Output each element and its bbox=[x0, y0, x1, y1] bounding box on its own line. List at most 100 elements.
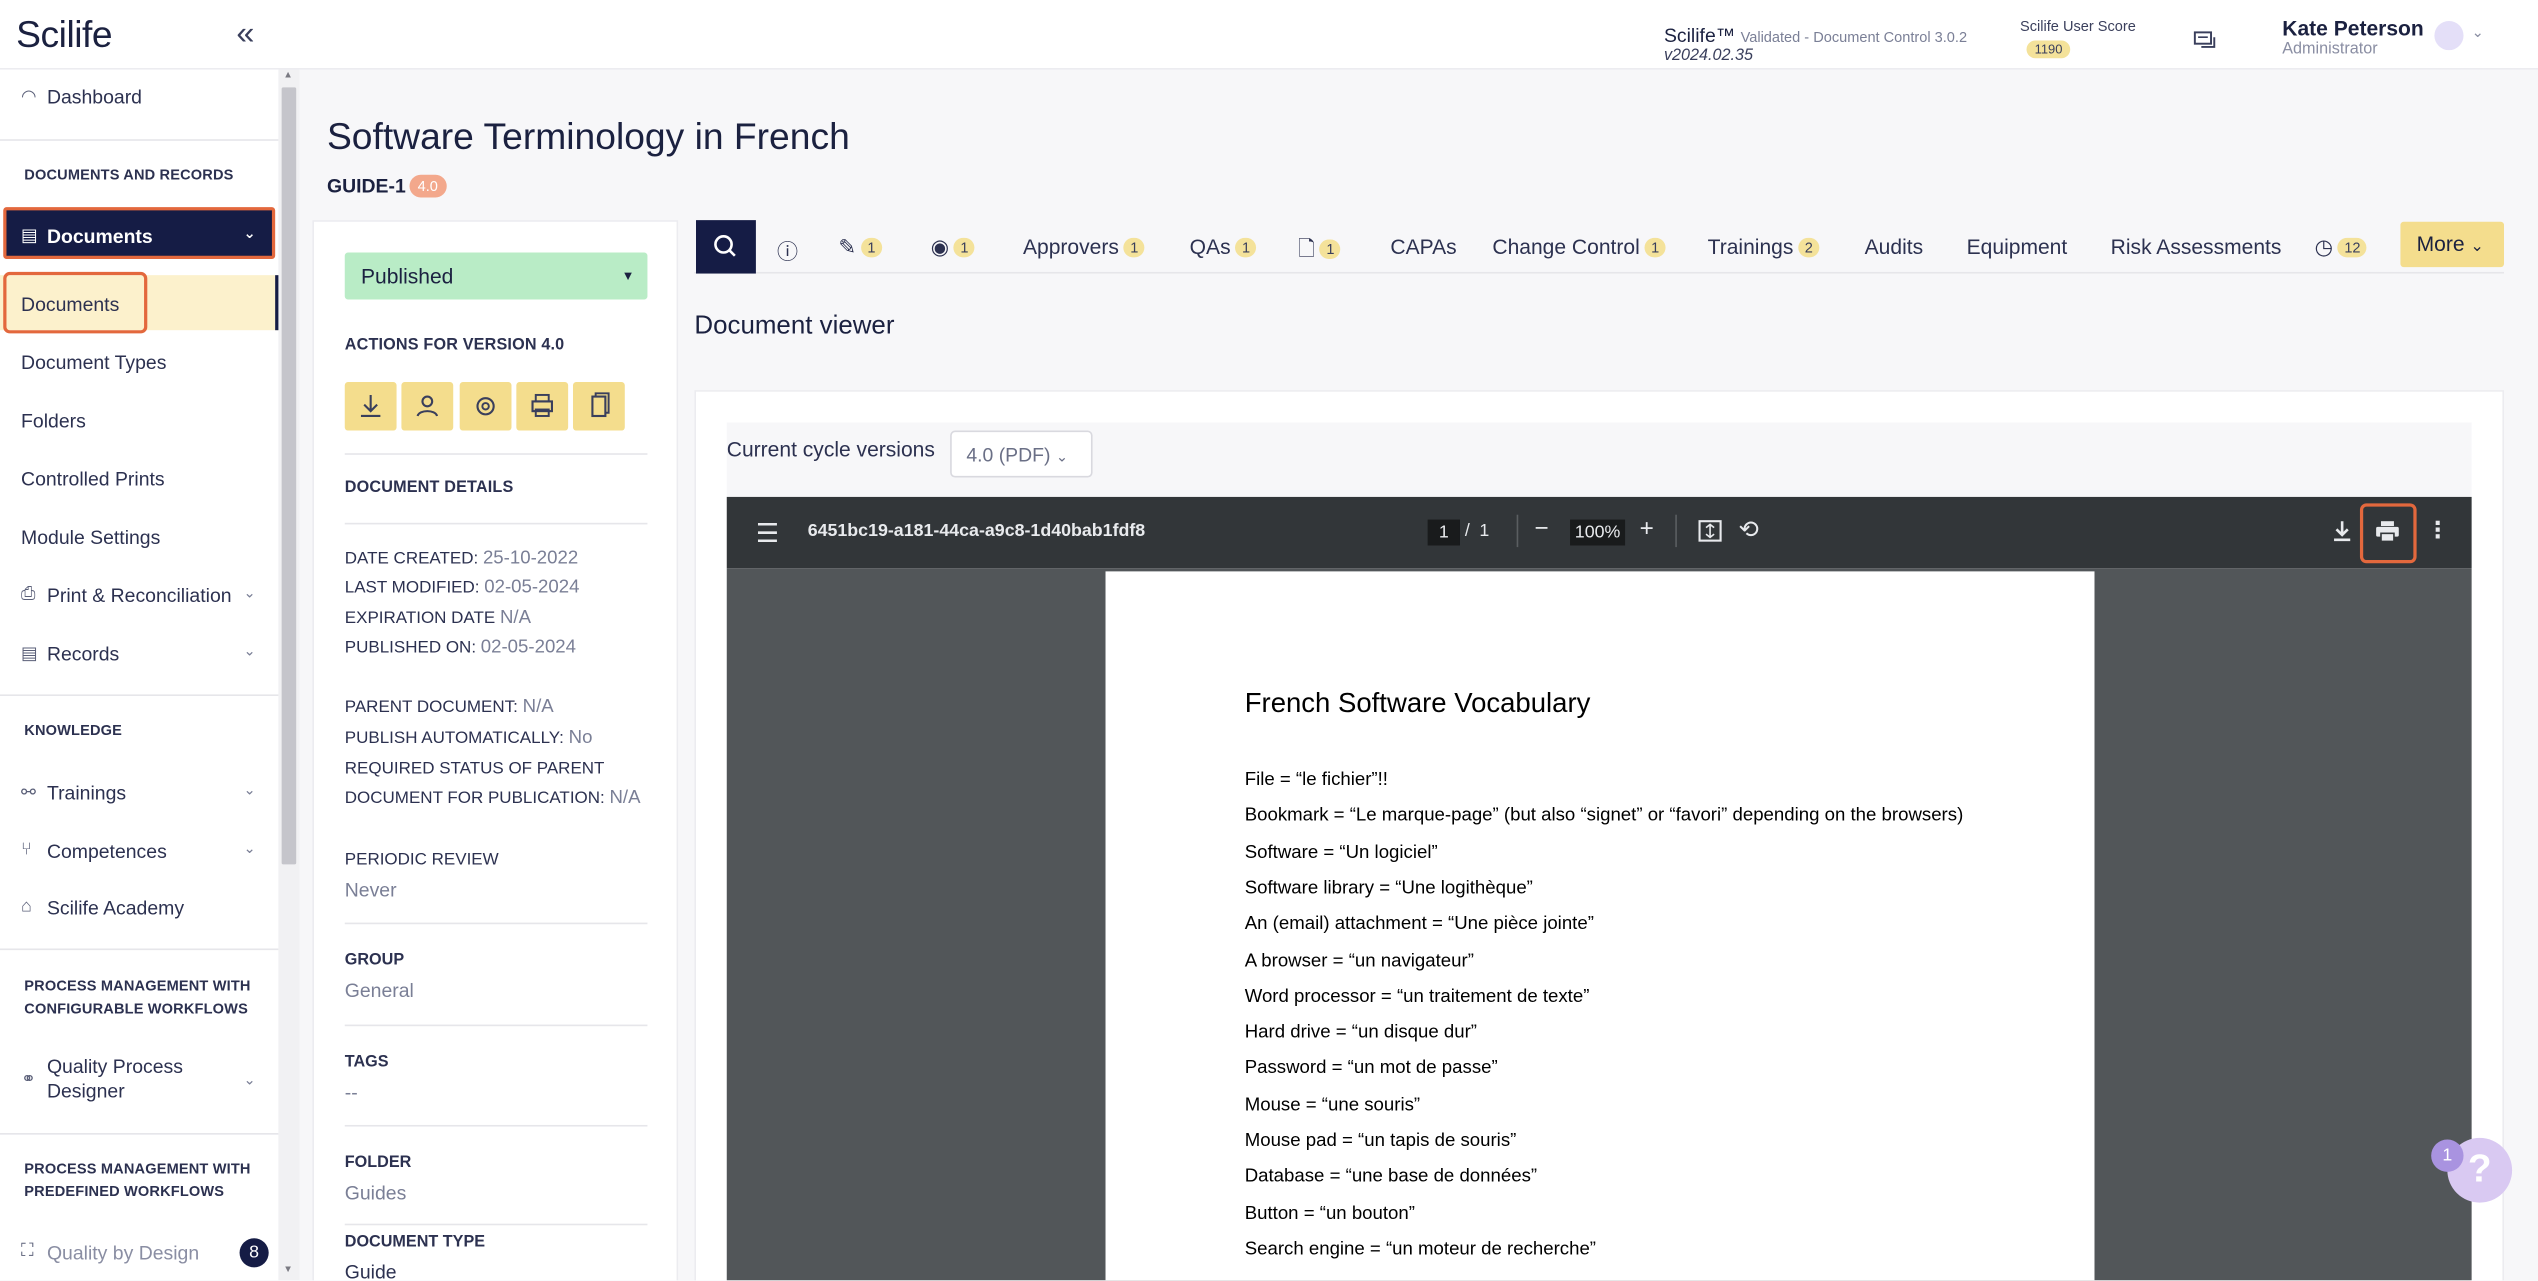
chevron-down-icon: ⌄ bbox=[243, 1071, 256, 1088]
copy-button[interactable] bbox=[572, 381, 625, 431]
notification-badge[interactable]: 8 bbox=[239, 1238, 269, 1268]
more-button[interactable]: More ⌄ bbox=[2400, 221, 2505, 268]
status-dropdown[interactable]: Published ▼ bbox=[344, 252, 648, 300]
field-label: PARENT DOCUMENT: bbox=[344, 697, 518, 718]
folder-value: Guides bbox=[344, 1181, 407, 1205]
pdf-page-input[interactable]: 1 bbox=[1427, 519, 1460, 546]
field-value: N/A bbox=[522, 697, 554, 718]
field-label: PUBLISH AUTOMATICALLY: bbox=[344, 728, 564, 748]
search-icon bbox=[714, 235, 736, 257]
tab-audits[interactable]: Audits bbox=[1865, 235, 1923, 259]
tab-approvers[interactable]: Approvers 1 bbox=[1023, 235, 1145, 259]
section-knowledge: KNOWLEDGE bbox=[24, 721, 123, 739]
tab-views[interactable]: ◉ 1 bbox=[931, 235, 975, 261]
assign-user-button[interactable] bbox=[401, 381, 454, 431]
field-label: LAST MODIFIED: bbox=[344, 577, 480, 598]
zoom-input[interactable]: 100% bbox=[1570, 519, 1626, 546]
section-documents-records: DOCUMENTS AND RECORDS bbox=[24, 166, 234, 183]
sidebar-item-label: Controlled Prints bbox=[21, 467, 165, 491]
field-value: 02-05-2024 bbox=[480, 637, 577, 658]
section-process-configurable: PROCESS MANAGEMENT WITH CONFIGURABLE WORK… bbox=[24, 974, 250, 1019]
records-icon: ▤ bbox=[21, 644, 38, 664]
tab-capas[interactable]: CAPAs bbox=[1390, 235, 1456, 259]
settings-button[interactable] bbox=[459, 381, 512, 431]
count-badge: 1 bbox=[953, 237, 975, 258]
download-button[interactable] bbox=[344, 381, 397, 431]
tab-label: Approvers bbox=[1022, 234, 1119, 259]
printer-icon: ⎙ bbox=[21, 584, 36, 604]
tab-trainings[interactable]: Trainings 2 bbox=[1708, 235, 1820, 259]
viewer-title: Document viewer bbox=[694, 312, 895, 340]
rotate-icon[interactable]: ⟲ bbox=[1738, 515, 1758, 544]
app-root: Scilife « Scilife™ Validated - Document … bbox=[0, 0, 2538, 1281]
sidebar-scrollbar-thumb[interactable] bbox=[281, 87, 297, 865]
document-details-label: DOCUMENT DETAILS bbox=[344, 479, 514, 497]
tab-edits[interactable]: ✎ 1 bbox=[838, 235, 883, 261]
doc-line: Search engine = “un moteur de recherche” bbox=[1244, 1239, 1597, 1260]
scroll-up-arrow-icon[interactable]: ▲ bbox=[283, 71, 293, 81]
info-icon: ⓘ bbox=[776, 239, 799, 264]
tab-history[interactable]: ◷ 12 bbox=[2314, 234, 2368, 261]
tab-label: Equipment bbox=[1966, 234, 2068, 259]
sidebar-item-label: Records bbox=[46, 642, 120, 666]
sidebar-item-label: Competences bbox=[46, 840, 167, 863]
section-line: PREDEFINED WORKFLOWS bbox=[24, 1183, 225, 1200]
group-label: GROUP bbox=[344, 951, 405, 970]
user-role: Administrator bbox=[2282, 40, 2378, 59]
tab-files[interactable]: 🗋 1 bbox=[1298, 235, 1341, 271]
pdf-menu-icon[interactable]: ☰ bbox=[756, 518, 779, 550]
user-name[interactable]: Kate Peterson bbox=[2282, 16, 2424, 40]
pdf-download-icon[interactable] bbox=[2332, 520, 2351, 543]
product-version: v2024.02.35 bbox=[1663, 46, 1754, 65]
pdf-more-icon[interactable]: ⋮ bbox=[2426, 516, 2449, 544]
help-notification-badge: 1 bbox=[2431, 1139, 2464, 1172]
tab-search[interactable] bbox=[696, 220, 756, 274]
tab-info[interactable]: ⓘ bbox=[777, 235, 798, 266]
collapse-sidebar-icon[interactable]: « bbox=[236, 16, 254, 53]
periodic-review-label: PERIODIC REVIEW bbox=[344, 849, 499, 870]
document-icon: ▤ bbox=[21, 226, 38, 247]
pdf-page-total: 1 bbox=[1479, 521, 1490, 541]
doc-heading: French Software Vocabulary bbox=[1244, 687, 1591, 719]
fit-page-icon[interactable] bbox=[1698, 520, 1722, 543]
user-menu-chevron-icon[interactable]: ⌄ bbox=[2472, 24, 2484, 42]
doc-line: Database = “une base de données” bbox=[1244, 1167, 1538, 1187]
tab-equipment[interactable]: Equipment bbox=[1967, 235, 2068, 259]
chat-icon[interactable] bbox=[2193, 31, 2219, 54]
select-value: 4.0 (PDF) bbox=[966, 443, 1051, 467]
clock-icon: ◷ bbox=[2314, 234, 2333, 259]
sidebar-divider bbox=[0, 1133, 279, 1135]
count-badge: 1 bbox=[1644, 237, 1666, 258]
tab-risk-assessments[interactable]: Risk Assessments bbox=[2111, 235, 2282, 259]
doc-line: Mouse = “une souris” bbox=[1244, 1095, 1421, 1116]
actions-label: ACTIONS FOR VERSION 4.0 bbox=[344, 336, 565, 355]
cycle-version-select[interactable]: 4.0 (PDF) ⌄ bbox=[950, 430, 1093, 478]
chevron-down-icon: ⌄ bbox=[243, 224, 256, 242]
tab-change-control[interactable]: Change Control 1 bbox=[1492, 235, 1666, 259]
chevron-down-icon: ⌄ bbox=[243, 584, 256, 601]
status-value: Published bbox=[360, 263, 454, 289]
parent-document-field: PARENT DOCUMENT: N/A bbox=[345, 698, 554, 717]
user-icon bbox=[416, 395, 439, 417]
trainings-icon: ⚯ bbox=[21, 783, 36, 803]
zoom-in-icon[interactable]: + bbox=[1640, 515, 1654, 543]
sidebar-item-label: Scilife Academy bbox=[46, 896, 185, 920]
sidebar-item-label: Module Settings bbox=[21, 526, 161, 549]
date-created-field: DATE CREATED: 25-10-2022 bbox=[345, 549, 578, 568]
avatar[interactable] bbox=[2434, 21, 2464, 51]
top-bar: Scilife « Scilife™ Validated - Document … bbox=[0, 0, 2538, 70]
sidebar-divider bbox=[0, 139, 279, 141]
scroll-down-arrow-icon[interactable]: ▼ bbox=[283, 1266, 293, 1276]
doc-line: An (email) attachment = “Une pièce joint… bbox=[1244, 914, 1594, 934]
more-label: More bbox=[2416, 231, 2465, 256]
page-title: Software Terminology in French bbox=[326, 114, 850, 158]
print-button[interactable] bbox=[516, 381, 569, 431]
panel-divider bbox=[344, 522, 648, 525]
published-on-field: PUBLISHED ON: 02-05-2024 bbox=[345, 638, 576, 657]
tab-qas[interactable]: QAs 1 bbox=[1190, 235, 1257, 259]
tab-label: Risk Assessments bbox=[2110, 234, 2282, 259]
section-process-predefined: PROCESS MANAGEMENT WITH PREDEFINED WORKFL… bbox=[24, 1157, 250, 1202]
sidebar-item-label: Document Types bbox=[21, 351, 167, 374]
zoom-out-icon[interactable]: − bbox=[1534, 515, 1548, 543]
scilife-logo[interactable]: Scilife bbox=[16, 13, 112, 57]
